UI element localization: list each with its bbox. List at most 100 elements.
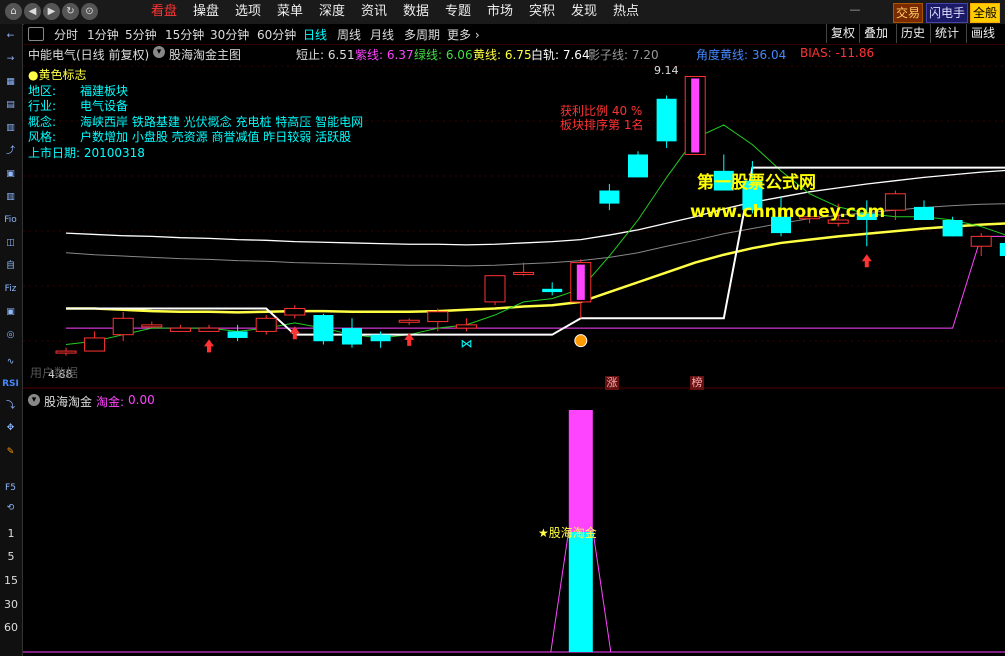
candle-body: [914, 206, 934, 220]
menu-8[interactable]: 市场: [487, 0, 513, 24]
marker-bang: 榜: [690, 376, 704, 390]
period-1[interactable]: 1分钟: [87, 26, 119, 43]
menu-10[interactable]: 发现: [571, 0, 597, 24]
candle-body: [255, 317, 277, 332]
menu-1[interactable]: 操盘: [193, 0, 219, 24]
full-screen-button[interactable]: 全般: [970, 3, 1001, 23]
left-tool-icon-4[interactable]: ▥: [2, 120, 19, 137]
left-tool-icon-12[interactable]: ▣: [2, 304, 19, 321]
candle-body: [112, 317, 134, 336]
candle-body: [884, 193, 906, 211]
left-toolbar: ← → ▦ ▤ ▥ ⤴ ▣ ▥ Fio ◫ 自 Fiz ▣ ◎ ∿ RSI ⤵ ✥ ✎ F5 ⟲ 1 5 15 30 60: [0, 24, 23, 656]
left-tool-icon-0[interactable]: ←: [2, 28, 19, 45]
buy-arrow: [861, 254, 872, 268]
left-tool-icon-6[interactable]: ▣: [2, 166, 19, 183]
sub-title[interactable]: 股海淘金: [44, 393, 92, 410]
menu-7[interactable]: 专题: [445, 0, 471, 24]
left-tool-icon-20[interactable]: ⟲: [2, 500, 19, 517]
left-period-60[interactable]: 60: [0, 621, 22, 634]
period-5[interactable]: 60分钟: [257, 26, 296, 43]
magenta-line: [66, 235, 1005, 329]
left-tool-icon-19[interactable]: F5: [2, 480, 19, 497]
nav-icon-1[interactable]: ◀: [24, 3, 41, 20]
left-period-30[interactable]: 30: [0, 598, 22, 611]
candle-body: [942, 220, 963, 237]
trade-button[interactable]: 交易: [893, 3, 924, 23]
candle-body: [342, 328, 362, 345]
left-tool-icon-11[interactable]: Fiz: [2, 281, 19, 298]
nav-icon-4[interactable]: ⊙: [81, 3, 98, 20]
flash-trade-button[interactable]: 闪电手: [926, 3, 969, 23]
period-8[interactable]: 月线: [370, 26, 394, 43]
menu-5[interactable]: 资讯: [361, 0, 387, 24]
menu-0[interactable]: 看盘: [151, 0, 177, 24]
left-tool-icon-17[interactable]: ✥: [2, 420, 19, 437]
left-tool-icon-13[interactable]: ◎: [2, 327, 19, 344]
candle-body: [970, 235, 992, 247]
sub-indicator-chart[interactable]: [23, 390, 1005, 656]
white-stop-line: [66, 166, 1005, 336]
left-period-15[interactable]: 15: [0, 574, 22, 587]
left-tool-icon-16[interactable]: ⤵: [2, 398, 19, 415]
ghost-text: 用户数据: [30, 366, 79, 380]
candle-body: [513, 271, 535, 275]
period-3[interactable]: 15分钟: [165, 26, 204, 43]
tool-画线[interactable]: 画线: [966, 24, 999, 43]
candle-body: [999, 242, 1005, 257]
period-6[interactable]: 日线: [303, 26, 327, 43]
candle-highlight: [576, 264, 585, 300]
left-period-5[interactable]: 5: [0, 550, 22, 563]
toggle-sidebar-icon[interactable]: [28, 27, 44, 41]
left-tool-icon-8[interactable]: Fio: [2, 212, 19, 229]
signal-circle-icon: [574, 334, 588, 348]
menu-2[interactable]: 选项: [235, 0, 261, 24]
left-tool-icon-7[interactable]: ▥: [2, 189, 19, 206]
menu-4[interactable]: 深度: [319, 0, 345, 24]
nav-icon-3[interactable]: ↻: [62, 3, 79, 20]
candle-body: [542, 288, 563, 293]
tool-复权[interactable]: 复权: [826, 24, 859, 43]
left-tool-icon-3[interactable]: ▤: [2, 97, 19, 114]
menu-6[interactable]: 数据: [403, 0, 429, 24]
sub-signal-bar-bottom: [568, 532, 593, 652]
period-2[interactable]: 5分钟: [125, 26, 157, 43]
sub-dropdown-icon[interactable]: ▾: [28, 394, 40, 406]
left-period-1[interactable]: 1: [0, 527, 22, 540]
tool-历史[interactable]: 历史: [896, 24, 929, 43]
top-menu-bar: ⌂ ◀ ▶ ↻ ⊙ 看盘 操盘 选项 菜单 深度 资讯 数据 专题 市场 突积 发现 热点 — 交易 闪电手 全般: [0, 0, 1005, 25]
menu-9[interactable]: 突积: [529, 0, 555, 24]
candle-body: [427, 311, 449, 323]
candle-body: [55, 350, 77, 354]
left-tool-icon-18[interactable]: ✎: [2, 444, 19, 461]
menu-11[interactable]: 热点: [613, 0, 639, 24]
period-9[interactable]: 多周期: [404, 26, 440, 43]
left-tool-icon-10[interactable]: 自: [2, 258, 19, 275]
left-tool-icon-1[interactable]: →: [2, 51, 19, 68]
nav-icon-0[interactable]: ⌂: [5, 3, 22, 20]
yellow-trend-line: [66, 222, 1005, 314]
left-tool-icon-14[interactable]: ∿: [2, 354, 19, 371]
candle-body: [484, 275, 506, 303]
menu-3[interactable]: 菜单: [277, 0, 303, 24]
period-10[interactable]: 更多 ›: [447, 26, 480, 43]
left-tool-icon-2[interactable]: ▦: [2, 74, 19, 91]
candle-highlight: [691, 78, 700, 153]
candle-body: [313, 315, 334, 342]
candle-body: [599, 190, 620, 204]
left-tool-icon-9[interactable]: ◫: [2, 235, 19, 252]
watermark-title: 第一股票公式网: [697, 173, 816, 193]
minimize-icon[interactable]: —: [848, 3, 862, 17]
period-4[interactable]: 30分钟: [210, 26, 249, 43]
period-0[interactable]: 分时: [54, 26, 78, 43]
left-tool-icon-5[interactable]: ⤴: [2, 143, 19, 160]
tool-统计[interactable]: 统计: [930, 24, 963, 43]
watermark-url: www.chnmoney.com: [690, 202, 886, 222]
tool-叠加[interactable]: 叠加: [859, 24, 892, 43]
left-tool-icon-15[interactable]: RSI: [2, 376, 19, 393]
candle-body: [455, 324, 477, 329]
candle-body: [198, 327, 220, 332]
period-7[interactable]: 周线: [337, 26, 361, 43]
candle-body: [398, 319, 420, 323]
candle-body: [141, 324, 163, 328]
nav-icon-2[interactable]: ▶: [43, 3, 60, 20]
